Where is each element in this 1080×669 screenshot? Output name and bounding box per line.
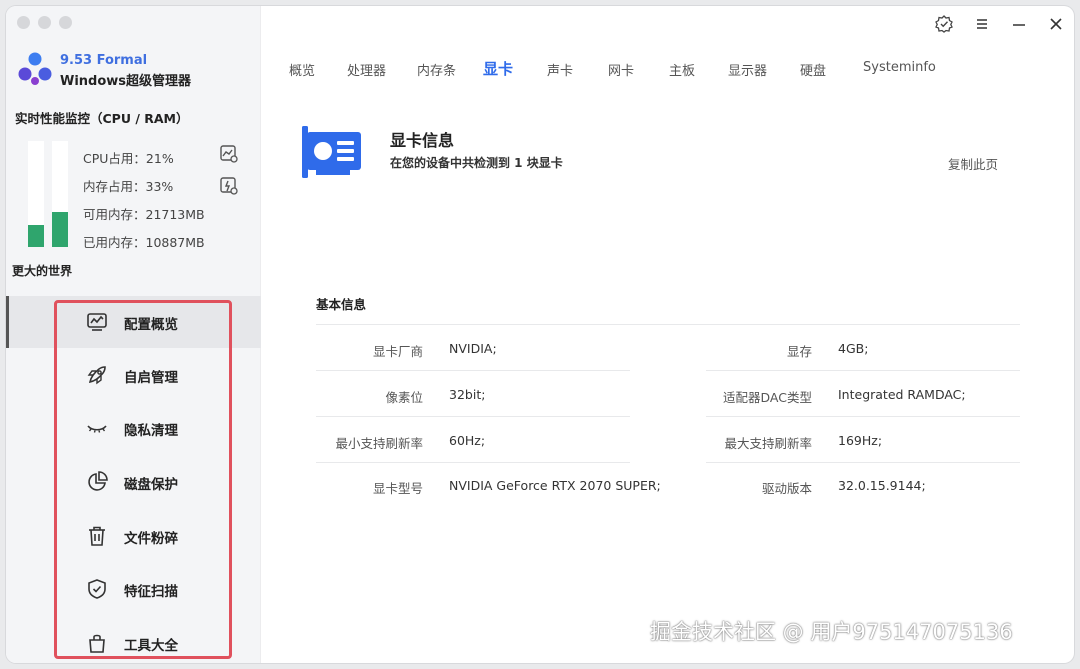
gpu-card-icon bbox=[302, 126, 361, 178]
tab-disk[interactable]: 硬盘 bbox=[800, 60, 826, 79]
minimize-dot[interactable] bbox=[38, 16, 51, 29]
zoom-dot[interactable] bbox=[59, 16, 72, 29]
cpu-bar bbox=[28, 141, 44, 247]
watermark: 掘金技术社区 @ 用户975147075136 bbox=[650, 620, 1013, 644]
sidebar-item-label: 配置概览 bbox=[124, 317, 178, 333]
page-title: 显卡信息 bbox=[390, 131, 455, 150]
shield-check-icon bbox=[88, 579, 106, 599]
app-logo-icon bbox=[18, 52, 52, 85]
mem-usage: 内存占用：33% bbox=[83, 179, 174, 194]
basic-info-title: 基本信息 bbox=[316, 297, 367, 312]
divider bbox=[316, 462, 630, 463]
sidebar-item-label: 磁盘保护 bbox=[124, 477, 178, 493]
sidebar-item-scan[interactable]: 特征扫描 bbox=[6, 563, 261, 615]
dac-type-label: 适配器DAC类型 bbox=[723, 390, 812, 405]
driver-label: 驱动版本 bbox=[761, 481, 812, 496]
mem-bar bbox=[52, 141, 68, 247]
sidebar-item-shredder[interactable]: 文件粉碎 bbox=[6, 510, 261, 562]
max-refresh-label: 最大支持刷新率 bbox=[724, 436, 812, 451]
usage-bars bbox=[28, 141, 70, 247]
divider bbox=[706, 416, 1020, 417]
cpu-detail-icon[interactable] bbox=[219, 144, 239, 164]
menu-icon[interactable] bbox=[972, 14, 992, 34]
tab-systeminfo[interactable]: Systeminfo bbox=[863, 60, 936, 75]
chart-monitor-icon bbox=[87, 313, 107, 331]
sidebar-item-startup[interactable]: 自启管理 bbox=[6, 349, 261, 401]
model-value: NVIDIA GeForce RTX 2070 SUPER; bbox=[449, 478, 661, 493]
pie-chart-icon bbox=[88, 471, 108, 491]
min-refresh-label: 最小支持刷新率 bbox=[335, 436, 423, 451]
tab-sound[interactable]: 声卡 bbox=[547, 60, 573, 79]
page-subtitle: 在您的设备中共检测到 1 块显卡 bbox=[390, 156, 563, 170]
sidebar-item-label: 自启管理 bbox=[124, 370, 178, 386]
cpu-bar-fill bbox=[28, 225, 44, 247]
tab-monitor[interactable]: 显示器 bbox=[728, 60, 767, 79]
copy-page-link[interactable]: 复制此页 bbox=[948, 154, 998, 173]
sidebar-item-disk-protect[interactable]: 磁盘保护 bbox=[6, 456, 261, 508]
mem-detail-icon[interactable] bbox=[219, 176, 239, 196]
divider bbox=[316, 324, 1020, 325]
tab-cpu[interactable]: 处理器 bbox=[347, 60, 386, 79]
vendor-label: 显卡厂商 bbox=[372, 344, 423, 359]
minimize-icon[interactable] bbox=[1009, 14, 1029, 34]
sidebar-item-label: 工具大全 bbox=[124, 638, 178, 654]
divider bbox=[316, 370, 630, 371]
verified-badge-icon[interactable] bbox=[934, 14, 954, 34]
sidebar: 9.53 Formal Windows超级管理器 实时性能监控（CPU / RA… bbox=[6, 6, 261, 663]
pixel-bits-value: 32bit; bbox=[449, 387, 486, 402]
close-icon[interactable] bbox=[1046, 14, 1066, 34]
pixel-bits-label: 像素位 bbox=[385, 390, 423, 405]
slogan: 更大的世界 bbox=[12, 264, 73, 278]
vram-value: 4GB; bbox=[838, 341, 869, 356]
mem-bar-fill bbox=[52, 212, 68, 247]
divider bbox=[706, 462, 1020, 463]
app-version: 9.53 Formal bbox=[60, 53, 148, 68]
tab-memory[interactable]: 内存条 bbox=[417, 60, 456, 79]
bag-icon bbox=[89, 634, 105, 653]
app-name: Windows超级管理器 bbox=[60, 74, 192, 89]
vram-label: 显存 bbox=[786, 344, 812, 359]
model-label: 显卡型号 bbox=[372, 481, 423, 496]
trash-icon bbox=[89, 526, 105, 546]
sidebar-item-overview[interactable]: 配置概览 bbox=[6, 296, 261, 348]
divider bbox=[316, 416, 630, 417]
min-refresh-value: 60Hz; bbox=[449, 433, 486, 448]
divider bbox=[706, 370, 1020, 371]
cpu-usage: CPU占用：21% bbox=[83, 151, 174, 166]
sidebar-item-label: 隐私清理 bbox=[124, 423, 178, 439]
rocket-icon bbox=[87, 366, 106, 385]
closed-eye-icon bbox=[87, 425, 107, 433]
available-mem: 可用内存：21713MB bbox=[83, 207, 205, 222]
tab-motherboard[interactable]: 主板 bbox=[669, 60, 695, 79]
dac-type-value: Integrated RAMDAC; bbox=[838, 387, 966, 402]
sidebar-item-label: 特征扫描 bbox=[124, 584, 178, 600]
monitor-title: 实时性能监控（CPU / RAM） bbox=[15, 111, 189, 126]
sidebar-item-privacy[interactable]: 隐私清理 bbox=[6, 402, 261, 454]
close-dot[interactable] bbox=[17, 16, 30, 29]
used-mem: 已用内存：10887MB bbox=[83, 235, 205, 250]
app-window: 9.53 Formal Windows超级管理器 实时性能监控（CPU / RA… bbox=[6, 6, 1074, 663]
max-refresh-value: 169Hz; bbox=[838, 433, 883, 448]
window-traffic-lights bbox=[17, 16, 72, 29]
driver-value: 32.0.15.9144; bbox=[838, 478, 926, 493]
tab-overview[interactable]: 概览 bbox=[289, 60, 315, 79]
sidebar-item-label: 文件粉碎 bbox=[124, 531, 178, 547]
tab-network[interactable]: 网卡 bbox=[608, 60, 634, 79]
sidebar-item-tools[interactable]: 工具大全 bbox=[6, 617, 261, 663]
tab-gpu[interactable]: 显卡 bbox=[483, 58, 513, 79]
vendor-value: NVIDIA; bbox=[449, 341, 497, 356]
